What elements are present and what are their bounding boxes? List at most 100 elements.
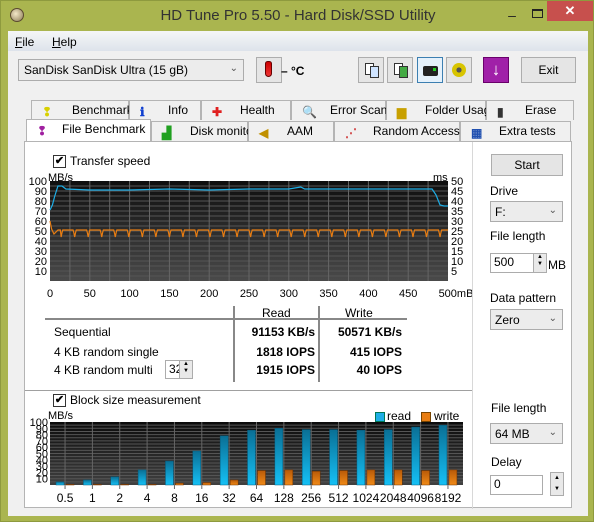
x-tick-label: 450 (399, 288, 417, 300)
drive-letter-dropdown[interactable]: F: ⌄ (490, 201, 563, 222)
y-tick-label: 100 (29, 177, 47, 188)
x-tick-label: 100 (120, 288, 138, 300)
delay-value: 0 (494, 477, 501, 491)
read-bar (192, 450, 202, 486)
write-bar (366, 469, 376, 486)
read-bar (356, 429, 366, 486)
block-size-chart: 0.5 1 2 4 8 16 32 64 128 256 512 1024 2048 4096 8192 10… (30, 418, 463, 505)
tab-error-scan[interactable]: 🔍 Error Scan (291, 100, 387, 120)
tab-info[interactable]: ℹ Info (129, 100, 201, 120)
tab-folder-usage[interactable]: ▆ Folder Usage (386, 100, 497, 120)
chevron-down-icon: ⌄ (548, 427, 557, 438)
tab-aam[interactable]: ◀ AAM (248, 121, 334, 141)
tab-disk-monitor[interactable]: ▟ Disk monitor (151, 121, 257, 141)
queue-depth-spinner[interactable]: 32 ▲ ▼ (165, 360, 193, 379)
file-length-spinner[interactable]: 500 ▲ ▼ (490, 253, 547, 273)
copy-info-icon-page (370, 66, 379, 78)
write-bar (257, 470, 266, 486)
copy-screenshot-icon-page (399, 66, 408, 78)
copy-info-button[interactable] (358, 57, 384, 83)
block-size-checkbox[interactable]: ✔ (53, 394, 66, 407)
write-bar (202, 482, 212, 486)
file-length-label: File length (490, 229, 546, 243)
x-tick-label: 250 (240, 288, 258, 300)
delay-input[interactable]: 0 (490, 475, 543, 495)
minimize-button[interactable]: – (499, 5, 525, 25)
spinner-arrows[interactable]: ▲ ▼ (533, 254, 546, 272)
menu-help[interactable]: Help (52, 35, 77, 49)
title-bar[interactable]: HD Tune Pro 5.50 - Hard Disk/SSD Utility… (1, 1, 594, 31)
x-tick-label: 1 (89, 491, 96, 505)
gear-icon (452, 63, 466, 77)
menu-help-rest: elp (60, 35, 77, 49)
y2-tick-label: 50 (451, 177, 463, 188)
delay-spinner-arrows[interactable]: ▲ ▼ (550, 472, 564, 496)
start-button[interactable]: Start (491, 154, 563, 176)
options-button[interactable] (446, 57, 472, 83)
download-arrow-icon: ↓ (491, 60, 501, 79)
drive-letter-value: F: (495, 205, 506, 219)
tab-benchmark[interactable]: ❢ Benchmark (31, 100, 133, 120)
chevron-down-icon: ⌄ (548, 313, 557, 324)
tab-label: Health (240, 103, 275, 117)
block-file-length-label: File length (491, 401, 547, 415)
x-tick-label: 64 (250, 491, 264, 505)
x-tick-label: 400 (359, 288, 377, 300)
row-label-4kb-multi: 4 KB random multi (54, 363, 153, 377)
col-header-read: Read (262, 306, 291, 320)
x-tick-label: 350 (319, 288, 337, 300)
menu-file[interactable]: File (15, 35, 34, 49)
x-tick-label: 150 (160, 288, 178, 300)
menu-bar: File Help (8, 31, 588, 51)
save-button[interactable]: ↓ (483, 57, 509, 83)
delay-label: Delay (491, 455, 522, 469)
copy-screenshot-button[interactable] (387, 57, 413, 83)
read-bar (384, 429, 393, 486)
tab-file-benchmark[interactable]: ❢ File Benchmark (26, 119, 151, 141)
close-button[interactable]: ✕ (547, 1, 593, 21)
file-length-unit: MB (548, 258, 566, 272)
drive-dropdown[interactable]: SanDisk SanDisk Ultra (15 gB) ⌄ (18, 59, 244, 81)
x-tick-label: 8192 (435, 491, 462, 505)
temperature-button[interactable] (256, 57, 282, 83)
spinner-arrows[interactable]: ▲ ▼ (179, 361, 192, 378)
write-bar (93, 484, 102, 486)
tab-erase[interactable]: ▮ Erase (486, 100, 574, 120)
tab-health[interactable]: ✚ Health (201, 100, 291, 120)
x-tick-label: 2048 (380, 491, 407, 505)
exit-button[interactable]: Exit (521, 57, 576, 83)
tab-label: File Benchmark (62, 122, 146, 136)
transfer-speed-checkbox[interactable]: ✔ (53, 155, 66, 168)
data-pattern-dropdown[interactable]: Zero ⌄ (490, 309, 563, 330)
seq-read-value: 91153 KB/s (251, 325, 315, 339)
write-bar (284, 469, 294, 486)
tab-random-access[interactable]: ⋰ Random Access (334, 121, 460, 141)
folder-icon: ▆ (397, 105, 407, 119)
tab-extra-tests[interactable]: ▦ Extra tests (460, 121, 571, 141)
x-tick-label: 16 (195, 491, 209, 505)
temperature-readout: – °C (281, 64, 305, 78)
random-access-icon: ⋰ (345, 126, 357, 140)
read-bar (329, 429, 338, 486)
x-tick-label: 4096 (407, 491, 434, 505)
drive-label: Drive (490, 184, 519, 198)
read-bar (301, 429, 311, 486)
benchmark-icon: ❢ (42, 105, 53, 119)
write-bar (339, 470, 348, 486)
read-bar (83, 479, 92, 486)
write-bar (147, 484, 157, 486)
x-tick-label: 500mB (439, 288, 474, 300)
transfer-speed-label: Transfer speed (70, 154, 151, 168)
write-bar (229, 479, 239, 486)
block-file-length-dropdown[interactable]: 64 MB ⌄ (490, 423, 563, 444)
screenshot-button[interactable] (417, 57, 443, 83)
read-bar (55, 481, 65, 486)
data-pattern-value: Zero (495, 313, 520, 327)
x-tick-label: 512 (329, 491, 349, 505)
trash-icon: ▮ (497, 105, 504, 119)
app-window: HD Tune Pro 5.50 - Hard Disk/SSD Utility… (0, 0, 594, 522)
write-bar (448, 469, 458, 486)
read-bar (110, 476, 119, 486)
x-tick-label: 256 (301, 491, 321, 505)
x-tick-label: 128 (274, 491, 294, 505)
